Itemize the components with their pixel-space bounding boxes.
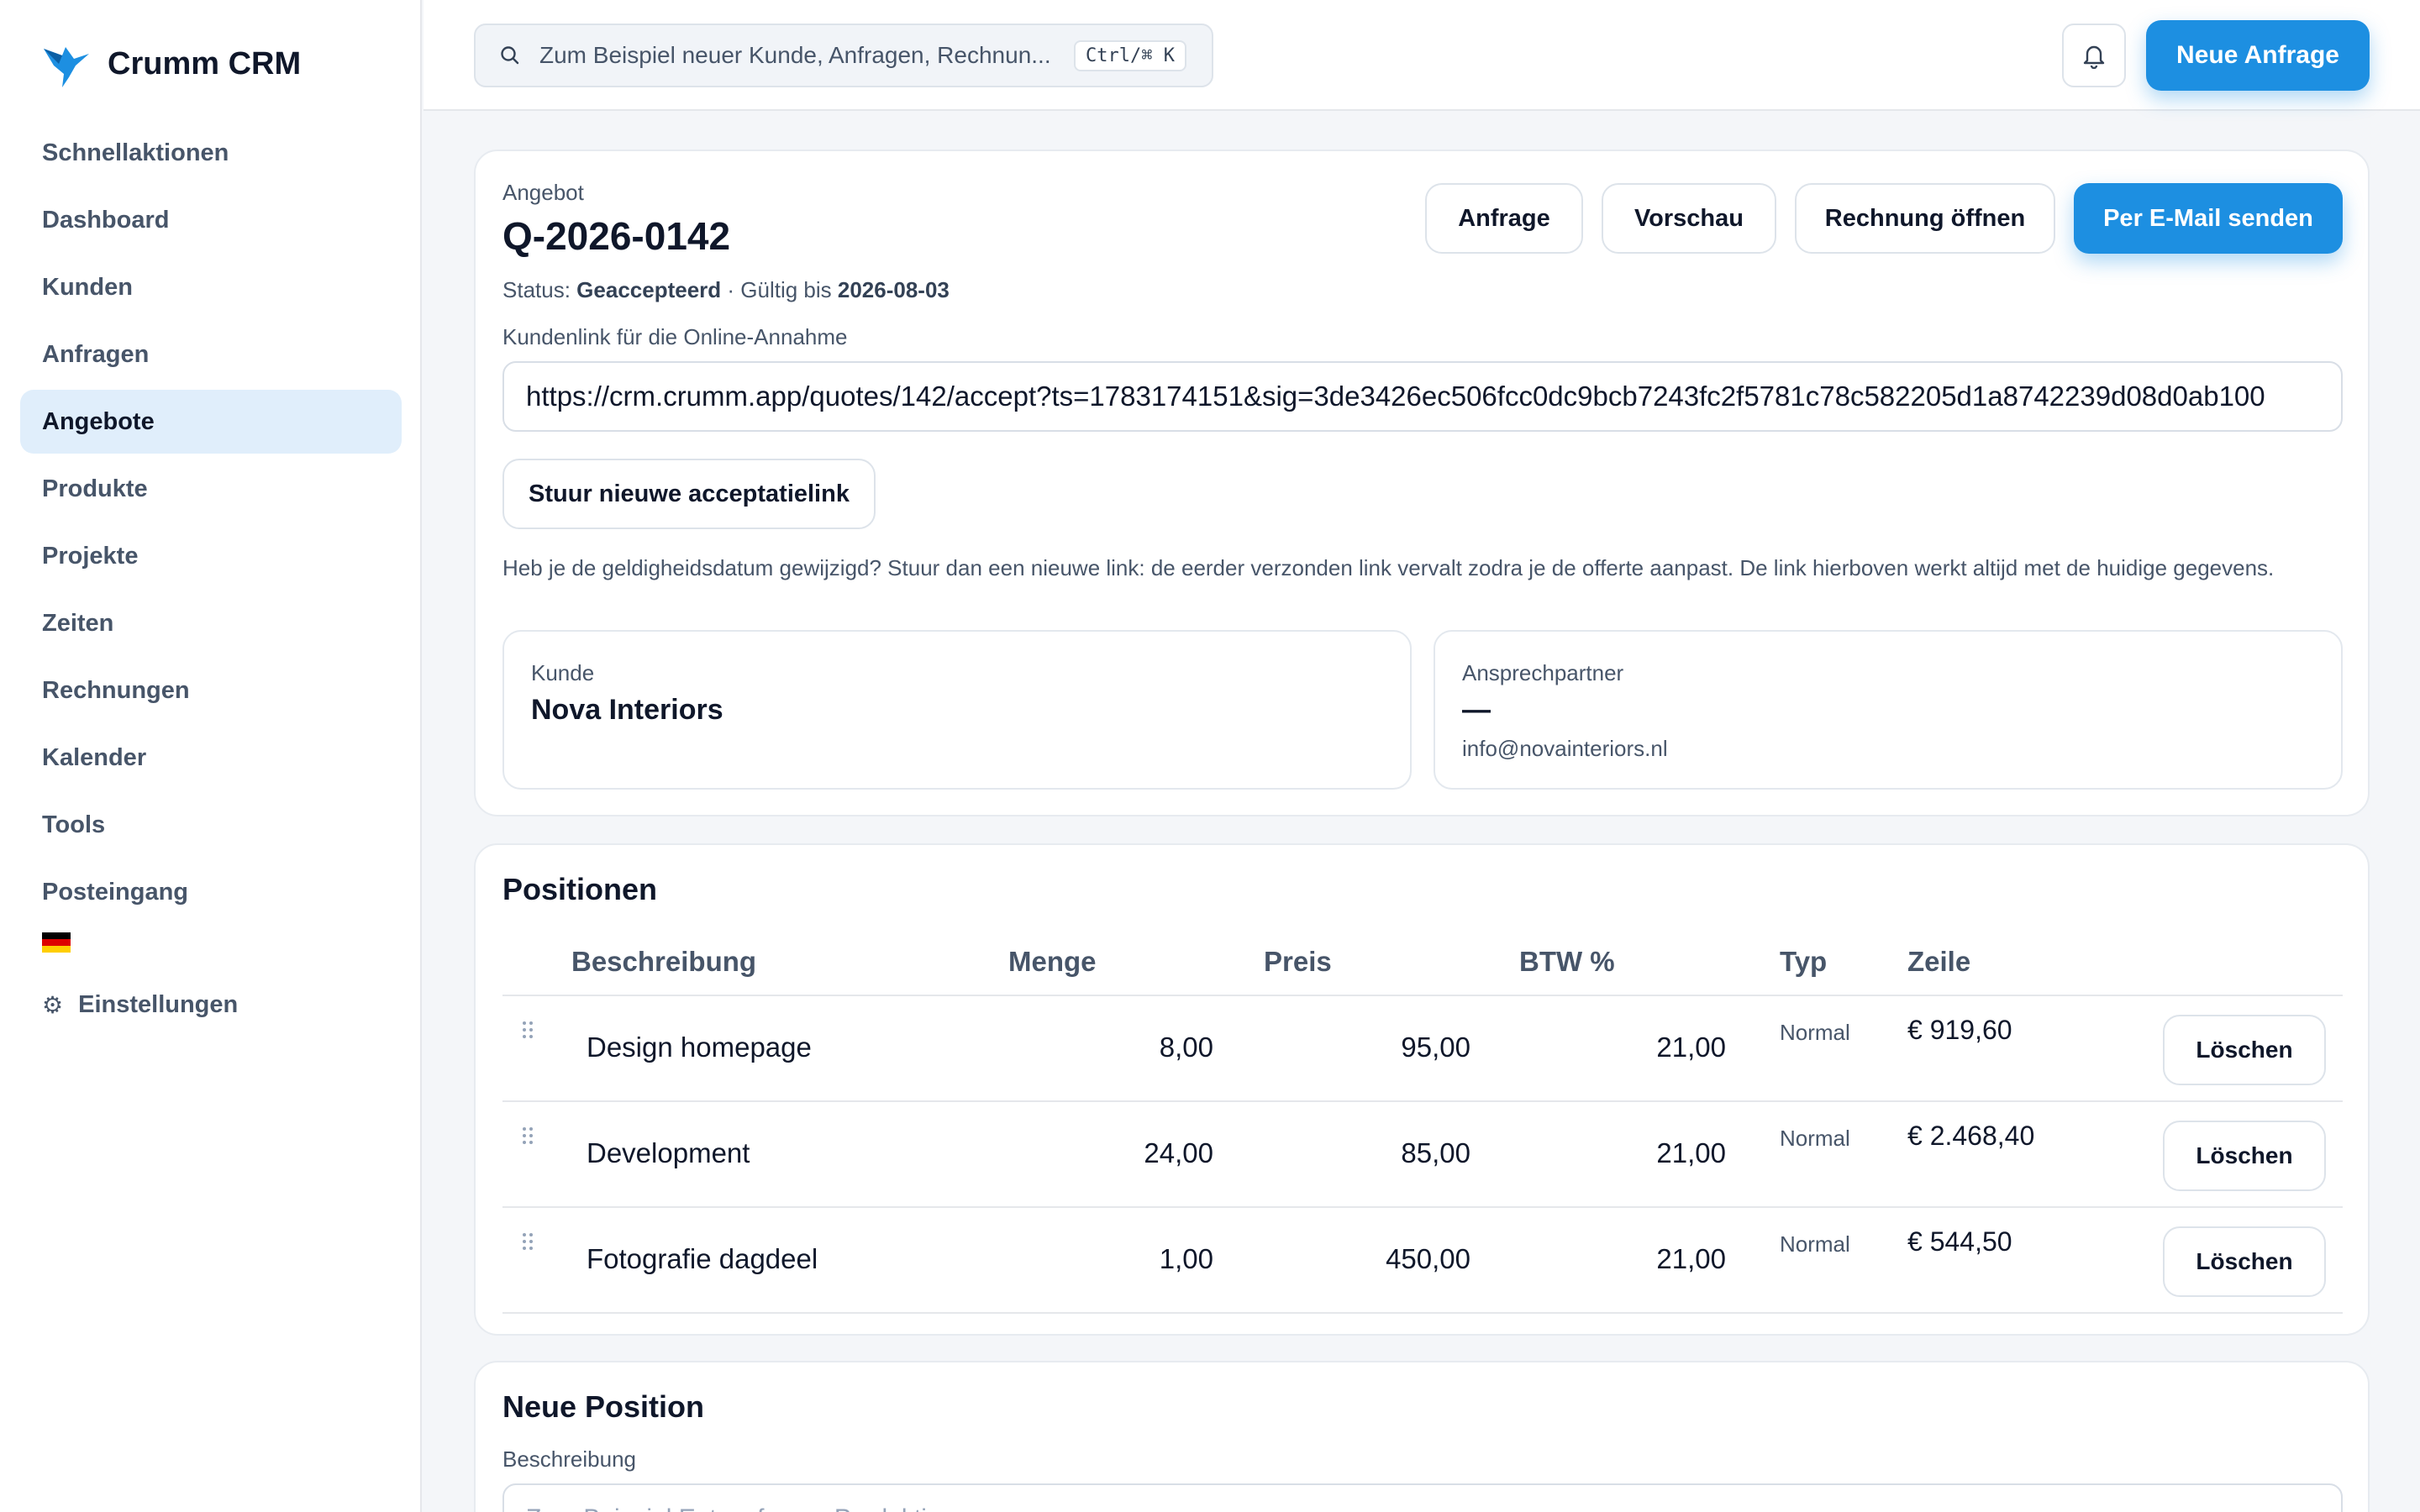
preview-button[interactable]: Vorschau xyxy=(1602,183,1776,254)
valid-until-label: · Gültig bis xyxy=(727,277,832,302)
sidebar-item-zeiten[interactable]: Zeiten xyxy=(20,591,402,655)
topbar: Zum Beispiel neuer Kunde, Anfragen, Rech… xyxy=(424,0,2420,111)
row-description[interactable]: Design homepage xyxy=(587,1032,812,1063)
new-position-card: Neue Position Beschreibung Zum Beispiel … xyxy=(474,1361,2370,1512)
contact-name: — xyxy=(1462,694,1491,726)
row-price[interactable]: 95,00 xyxy=(1180,1032,1470,1063)
brand[interactable]: Crumm CRM xyxy=(40,37,301,91)
gear-icon: ⚙ xyxy=(42,991,64,1018)
row-line-total: € 544,50 xyxy=(1907,1226,2012,1257)
contact-label: Ansprechpartner xyxy=(1462,660,1624,685)
sidebar-item-anfragen[interactable]: Anfragen xyxy=(20,323,402,386)
quote-card: Angebot Q-2026-0142 Status: Geaccepteerd… xyxy=(474,150,2370,816)
drag-handle-icon[interactable] xyxy=(523,1127,534,1147)
quote-actions: Anfrage Vorschau Rechnung öffnen Per E-M… xyxy=(1407,183,2343,254)
customer-link-field[interactable]: https://crm.crumm.app/quotes/142/accept?… xyxy=(502,361,2343,432)
sidebar-item-schnellaktionen[interactable]: Schnellaktionen xyxy=(20,121,402,185)
new-position-description-input[interactable]: Zum Beispiel Entwurf neue Produktion xyxy=(502,1483,2343,1512)
quote-number: Q-2026-0142 xyxy=(502,214,731,258)
row-vat[interactable]: 21,00 xyxy=(1435,1137,1726,1169)
row-type[interactable]: Normal xyxy=(1780,1126,1850,1152)
sidebar-item-posteingang[interactable]: Posteingang xyxy=(20,860,402,924)
row-type[interactable]: Normal xyxy=(1780,1231,1850,1257)
row-vat[interactable]: 21,00 xyxy=(1435,1032,1726,1063)
sidebar-item-tools[interactable]: Tools xyxy=(20,793,402,857)
send-email-button[interactable]: Per E-Mail senden xyxy=(2074,183,2343,254)
contact-card: Ansprechpartner — info@novainteriors.nl xyxy=(1434,630,2343,790)
column-header-line: Zeile xyxy=(1907,946,1971,977)
column-header-price: Preis xyxy=(1264,946,1332,977)
search-input[interactable]: Zum Beispiel neuer Kunde, Anfragen, Rech… xyxy=(474,24,1213,87)
positions-card: Positionen Beschreibung Menge Preis BTW … xyxy=(474,843,2370,1336)
sidebar-item-produkte[interactable]: Produkte xyxy=(20,457,402,521)
drag-handle-icon[interactable] xyxy=(523,1233,534,1253)
sidebar-item-projekte[interactable]: Projekte xyxy=(20,524,402,588)
settings-label: Einstellungen xyxy=(78,990,239,1018)
valid-until-date: 2026-08-03 xyxy=(837,277,950,302)
positions-table: Beschreibung Menge Preis BTW % Typ Zeile… xyxy=(502,929,2343,1314)
column-header-type: Typ xyxy=(1780,946,1828,977)
notifications-button[interactable] xyxy=(2062,24,2126,87)
german-flag-icon[interactable] xyxy=(42,932,71,953)
app-name: Crumm CRM xyxy=(108,45,302,81)
table-row: Fotografie dagdeel 1,00 450,00 21,00 Nor… xyxy=(502,1208,2343,1314)
column-header-quantity: Menge xyxy=(1008,946,1097,977)
row-vat[interactable]: 21,00 xyxy=(1435,1243,1726,1275)
sidebar-item-kalender[interactable]: Kalender xyxy=(20,726,402,790)
delete-row-button[interactable]: Löschen xyxy=(2163,1226,2326,1297)
table-header: Beschreibung Menge Preis BTW % Typ Zeile xyxy=(502,929,2343,996)
contact-email[interactable]: info@novainteriors.nl xyxy=(1462,736,1668,762)
search-shortcut-badge: Ctrl/⌘ K xyxy=(1074,39,1186,71)
status-label: Status: xyxy=(502,277,571,302)
new-request-button[interactable]: Neue Anfrage xyxy=(2146,20,2370,91)
row-line-total: € 919,60 xyxy=(1907,1015,2012,1045)
sidebar: Crumm CRM Schnellaktionen Dashboard Kund… xyxy=(0,0,422,1512)
row-type[interactable]: Normal xyxy=(1780,1020,1850,1046)
sidebar-item-dashboard[interactable]: Dashboard xyxy=(20,188,402,252)
drag-handle-icon[interactable] xyxy=(523,1021,534,1042)
main-nav: Schnellaktionen Dashboard Kunden Anfrage… xyxy=(20,121,402,1030)
resend-link-button[interactable]: Stuur nieuwe acceptatielink xyxy=(502,459,876,529)
row-price[interactable]: 450,00 xyxy=(1180,1243,1470,1275)
search-icon xyxy=(501,46,519,65)
request-button[interactable]: Anfrage xyxy=(1425,183,1583,254)
table-row: Design homepage 8,00 95,00 21,00 Normal … xyxy=(502,996,2343,1102)
row-quantity[interactable]: 8,00 xyxy=(923,1032,1213,1063)
new-position-title: Neue Position xyxy=(502,1389,705,1424)
row-quantity[interactable]: 1,00 xyxy=(923,1243,1213,1275)
customer-label: Kunde xyxy=(531,660,595,685)
row-price[interactable]: 85,00 xyxy=(1180,1137,1470,1169)
search-placeholder: Zum Beispiel neuer Kunde, Anfragen, Rech… xyxy=(539,42,1051,68)
quote-status-line: Status: Geaccepteerd · Gültig bis 2026-0… xyxy=(502,277,950,303)
open-invoice-button[interactable]: Rechnung öffnen xyxy=(1795,183,2055,254)
quote-type-label: Angebot xyxy=(502,180,584,205)
table-row: Development 24,00 85,00 21,00 Normal € 2… xyxy=(502,1102,2343,1208)
sidebar-item-rechnungen[interactable]: Rechnungen xyxy=(20,659,402,722)
new-position-description-label: Beschreibung xyxy=(502,1446,636,1472)
link-note: Heb je de geldigheidsdatum gewijzigd? St… xyxy=(502,555,2275,580)
delete-row-button[interactable]: Löschen xyxy=(2163,1121,2326,1191)
bell-icon xyxy=(2083,45,2105,69)
delete-row-button[interactable]: Löschen xyxy=(2163,1015,2326,1085)
column-header-vat: BTW % xyxy=(1519,946,1615,977)
sidebar-item-settings[interactable]: ⚙ Einstellungen xyxy=(20,979,402,1030)
row-line-total: € 2.468,40 xyxy=(1907,1121,2035,1151)
sidebar-item-angebote[interactable]: Angebote xyxy=(20,390,402,454)
row-description[interactable]: Development xyxy=(587,1137,750,1169)
status-badge: Geaccepteerd xyxy=(576,277,722,302)
customer-card: Kunde Nova Interiors xyxy=(502,630,1412,790)
bird-logo-icon xyxy=(44,47,89,87)
column-header-description: Beschreibung xyxy=(571,946,757,977)
positions-title: Positionen xyxy=(502,872,658,906)
row-description[interactable]: Fotografie dagdeel xyxy=(587,1243,818,1275)
customer-link-label: Kundenlink für die Online-Annahme xyxy=(502,324,848,349)
sidebar-item-kunden[interactable]: Kunden xyxy=(20,255,402,319)
row-quantity[interactable]: 24,00 xyxy=(923,1137,1213,1169)
customer-name[interactable]: Nova Interiors xyxy=(531,694,723,727)
